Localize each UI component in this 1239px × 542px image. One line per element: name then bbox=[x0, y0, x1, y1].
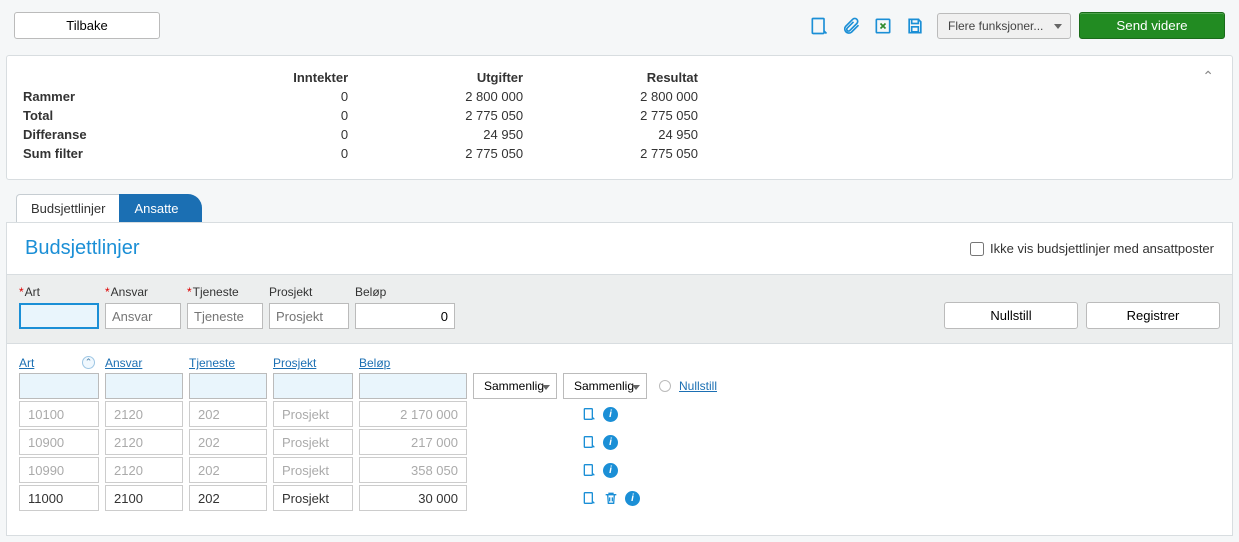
radio-icon[interactable] bbox=[659, 380, 671, 392]
note-icon[interactable] bbox=[581, 406, 597, 422]
label-tjeneste[interactable]: Tjeneste bbox=[193, 285, 239, 299]
trash-icon[interactable] bbox=[603, 490, 619, 506]
compare-select-2[interactable]: Sammenlig bbox=[563, 373, 647, 399]
back-button[interactable]: Tilbake bbox=[14, 12, 160, 39]
col-result: Resultat bbox=[548, 68, 723, 87]
summary-row: Rammer02 800 0002 800 000 bbox=[23, 87, 723, 106]
more-functions-select[interactable]: Flere funksjoner... bbox=[937, 13, 1071, 39]
filter-art-input[interactable] bbox=[19, 373, 99, 399]
sort-indicator-icon[interactable]: ⌃ bbox=[82, 356, 95, 369]
summary-row: Differanse024 95024 950 bbox=[23, 125, 723, 144]
note-icon[interactable] bbox=[809, 16, 829, 36]
summary-panel: ⌃ Inntekter Utgifter Resultat Rammer02 8… bbox=[6, 55, 1233, 180]
info-icon[interactable]: i bbox=[625, 491, 640, 506]
tab-budget-lines[interactable]: Budsjettlinjer bbox=[16, 194, 120, 222]
attach-icon[interactable] bbox=[841, 16, 861, 36]
label-belop: Beløp bbox=[355, 285, 455, 299]
label-ansvar[interactable]: Ansvar bbox=[111, 285, 148, 299]
col-income: Inntekter bbox=[203, 68, 373, 87]
art-input[interactable] bbox=[19, 303, 99, 329]
grid-header-belop[interactable]: Beløp bbox=[359, 356, 467, 370]
info-icon[interactable]: i bbox=[603, 407, 618, 422]
filter-ansvar-input[interactable] bbox=[105, 373, 183, 399]
label-prosjekt[interactable]: Prosjekt bbox=[269, 285, 312, 299]
prosjekt-input[interactable] bbox=[269, 303, 349, 329]
filter-tjeneste-input[interactable] bbox=[189, 373, 267, 399]
belop-input[interactable] bbox=[355, 303, 455, 329]
table-row: 10100 2120 202 Prosjekt 2 170 000 i bbox=[19, 401, 1220, 427]
hide-employee-lines-checkbox[interactable]: Ikke vis budsjettlinjer med ansattposter bbox=[970, 241, 1214, 256]
label-art[interactable]: Art bbox=[25, 285, 40, 299]
ansvar-input[interactable] bbox=[105, 303, 181, 329]
tjeneste-input[interactable] bbox=[187, 303, 263, 329]
filter-belop-input[interactable] bbox=[359, 373, 467, 399]
section-title: Budsjettlinjer bbox=[25, 237, 140, 260]
table-row: 10900 2120 202 Prosjekt 217 000 i bbox=[19, 429, 1220, 455]
tab-employees[interactable]: Ansatte bbox=[119, 194, 201, 222]
send-button[interactable]: Send videre bbox=[1079, 12, 1225, 39]
grid-header-ansvar[interactable]: Ansvar bbox=[105, 356, 183, 370]
collapse-icon[interactable]: ⌃ bbox=[1202, 68, 1214, 85]
summary-header-row: Inntekter Utgifter Resultat bbox=[23, 68, 723, 87]
table-row: 11000 2100 202 Prosjekt 30 000 i bbox=[19, 485, 1220, 511]
summary-row: Sum filter02 775 0502 775 050 bbox=[23, 144, 723, 163]
note-icon[interactable] bbox=[581, 462, 597, 478]
compare-select-1[interactable]: Sammenlig bbox=[473, 373, 557, 399]
grid-reset-link[interactable]: Nullstill bbox=[679, 379, 717, 393]
hide-employee-lines-label: Ikke vis budsjettlinjer med ansattposter bbox=[990, 241, 1214, 256]
note-icon[interactable] bbox=[581, 490, 597, 506]
grid-header-prosjekt[interactable]: Prosjekt bbox=[273, 356, 353, 370]
info-icon[interactable]: i bbox=[603, 435, 618, 450]
register-button[interactable]: Registrer bbox=[1086, 302, 1220, 329]
save-icon[interactable] bbox=[905, 16, 925, 36]
note-icon[interactable] bbox=[581, 434, 597, 450]
filter-prosjekt-input[interactable] bbox=[273, 373, 353, 399]
excel-icon[interactable] bbox=[873, 16, 893, 36]
reset-button[interactable]: Nullstill bbox=[944, 302, 1078, 329]
info-icon[interactable]: i bbox=[603, 463, 618, 478]
grid-header-tjeneste[interactable]: Tjeneste bbox=[189, 356, 267, 370]
grid-header-art[interactable]: Art⌃ bbox=[19, 356, 99, 370]
col-expenses: Utgifter bbox=[373, 68, 548, 87]
summary-row: Total02 775 0502 775 050 bbox=[23, 106, 723, 125]
table-row: 10990 2120 202 Prosjekt 358 050 i bbox=[19, 457, 1220, 483]
hide-employee-lines-input[interactable] bbox=[970, 242, 984, 256]
